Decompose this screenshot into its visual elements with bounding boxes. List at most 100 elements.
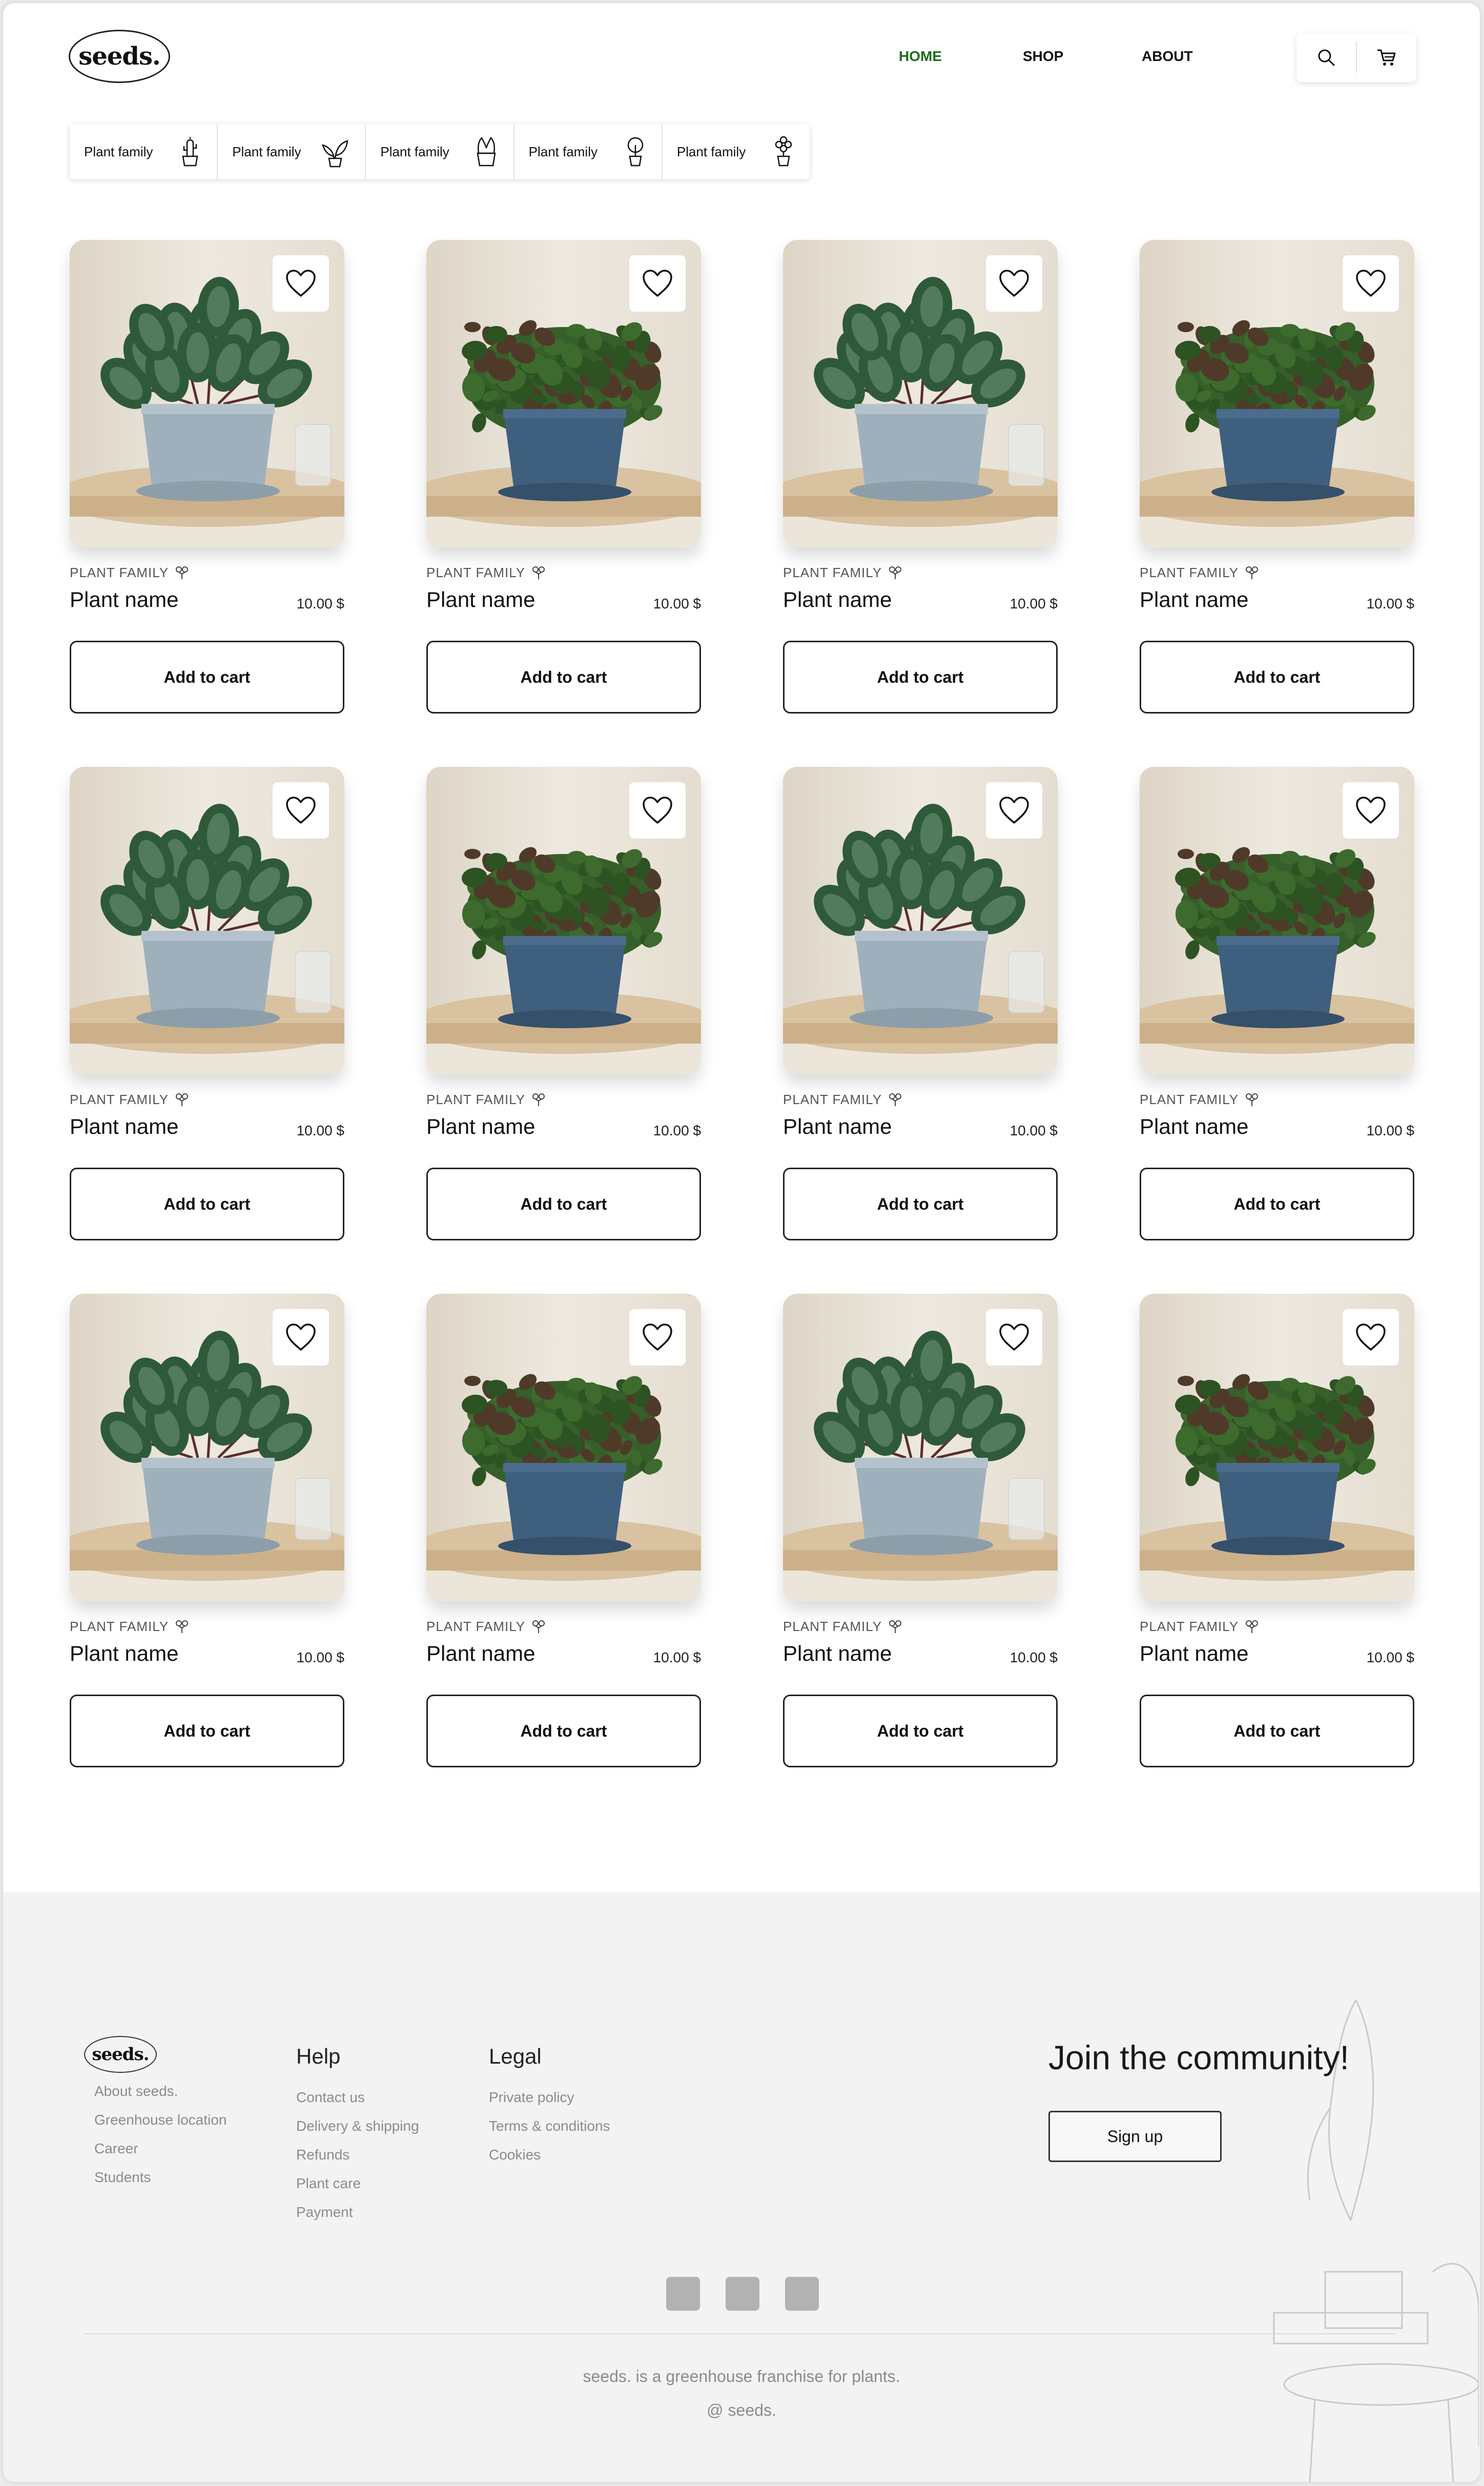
product-name[interactable]: Plant name: [426, 587, 535, 612]
product-family: PLANT FAMILY: [1140, 1092, 1259, 1108]
cart-button[interactable]: [1357, 33, 1416, 82]
footer-link-terms[interactable]: Terms & conditions: [489, 2112, 610, 2141]
product-image[interactable]: [426, 240, 701, 547]
logo[interactable]: seeds.: [69, 30, 170, 83]
favorite-button[interactable]: [629, 255, 686, 312]
product-price: 10.00 $: [1366, 596, 1414, 612]
footer-link-students[interactable]: Students: [94, 2163, 226, 2192]
filter-plant-family-5[interactable]: Plant family: [663, 124, 810, 179]
footer-link-cookies[interactable]: Cookies: [489, 2141, 610, 2169]
heart-icon: [643, 797, 672, 824]
product-name[interactable]: Plant name: [783, 1114, 892, 1139]
product-name[interactable]: Plant name: [426, 1641, 535, 1666]
search-button[interactable]: [1296, 33, 1356, 82]
product-price: 10.00 $: [296, 1649, 344, 1665]
nav-about[interactable]: ABOUT: [1142, 48, 1193, 65]
product-family: PLANT FAMILY: [426, 1619, 546, 1635]
product-family-label: PLANT FAMILY: [1140, 1619, 1239, 1634]
product-name[interactable]: Plant name: [70, 587, 178, 612]
product-name[interactable]: Plant name: [426, 1114, 535, 1139]
add-to-cart-button[interactable]: Add to cart: [70, 641, 344, 714]
favorite-button[interactable]: [629, 1309, 686, 1366]
product-image[interactable]: [70, 240, 344, 547]
product-image[interactable]: [70, 1294, 344, 1601]
add-to-cart-button[interactable]: Add to cart: [426, 1695, 701, 1767]
favorite-button[interactable]: [629, 782, 686, 839]
product-name[interactable]: Plant name: [783, 587, 892, 612]
product-family: PLANT FAMILY: [426, 1092, 546, 1108]
nav-home[interactable]: HOME: [899, 48, 942, 65]
nav-shop[interactable]: SHOP: [1023, 48, 1063, 65]
leafy-plant-icon: [322, 140, 348, 168]
favorite-button[interactable]: [1343, 1309, 1399, 1366]
favorite-button[interactable]: [273, 1309, 329, 1366]
product-image[interactable]: [426, 1294, 701, 1601]
social-icon[interactable]: [785, 2277, 819, 2311]
product-price: 10.00 $: [1366, 1123, 1414, 1138]
add-to-cart-button[interactable]: Add to cart: [783, 641, 1058, 714]
sign-up-button[interactable]: Sign up: [1048, 2111, 1222, 2162]
product-price: 10.00 $: [296, 596, 344, 612]
product-image[interactable]: [783, 240, 1058, 547]
product-image[interactable]: [1140, 240, 1414, 547]
footer-link-contact[interactable]: Contact us: [296, 2083, 419, 2112]
plant-family-filter-bar: Plant family Plant family Plant family P…: [70, 124, 810, 179]
favorite-button[interactable]: [986, 1309, 1042, 1366]
product-image[interactable]: [70, 767, 344, 1074]
footer-link-privacy[interactable]: Private policy: [489, 2083, 610, 2112]
product-name[interactable]: Plant name: [783, 1641, 892, 1666]
add-to-cart-button[interactable]: Add to cart: [783, 1695, 1058, 1767]
sprout-icon: [1246, 566, 1259, 579]
product-name[interactable]: Plant name: [1140, 1114, 1248, 1139]
add-to-cart-button[interactable]: Add to cart: [1140, 1695, 1414, 1767]
product-image[interactable]: [783, 767, 1058, 1074]
product-image[interactable]: [1140, 1294, 1414, 1601]
footer-link-plant-care[interactable]: Plant care: [296, 2169, 419, 2198]
product-name[interactable]: Plant name: [70, 1114, 178, 1139]
product-name[interactable]: Plant name: [70, 1641, 178, 1666]
add-to-cart-button[interactable]: Add to cart: [1140, 1168, 1414, 1240]
cactus-icon: [182, 137, 198, 167]
product-family: PLANT FAMILY: [783, 1619, 902, 1635]
footer-link-refunds[interactable]: Refunds: [296, 2141, 419, 2169]
social-icon[interactable]: [726, 2277, 759, 2311]
footer-link-about[interactable]: About seeds.: [94, 2077, 226, 2106]
favorite-button[interactable]: [273, 782, 329, 839]
add-to-cart-button[interactable]: Add to cart: [426, 641, 701, 714]
favorite-button[interactable]: [1343, 782, 1399, 839]
social-icon[interactable]: [666, 2277, 700, 2311]
add-to-cart-button[interactable]: Add to cart: [1140, 641, 1414, 714]
filter-plant-family-3[interactable]: Plant family: [366, 124, 514, 179]
footer-link-greenhouse-location[interactable]: Greenhouse location: [94, 2106, 226, 2134]
footer-link-payment[interactable]: Payment: [296, 2198, 419, 2227]
product-family: PLANT FAMILY: [70, 1092, 189, 1108]
product-name[interactable]: Plant name: [1140, 587, 1248, 612]
sprout-icon: [889, 566, 902, 579]
add-to-cart-button[interactable]: Add to cart: [783, 1168, 1058, 1240]
product-family-label: PLANT FAMILY: [70, 1092, 169, 1107]
footer-logo[interactable]: seeds.: [84, 2036, 157, 2073]
heart-icon: [643, 1323, 672, 1351]
footer-link-delivery[interactable]: Delivery & shipping: [296, 2112, 419, 2141]
product-family: PLANT FAMILY: [1140, 565, 1259, 581]
filter-plant-family-2[interactable]: Plant family: [218, 124, 366, 179]
product-name[interactable]: Plant name: [1140, 1641, 1248, 1666]
product-family-label: PLANT FAMILY: [70, 565, 169, 580]
footer-link-career[interactable]: Career: [94, 2134, 226, 2163]
heart-icon: [999, 270, 1029, 297]
filter-plant-family-4[interactable]: Plant family: [514, 124, 663, 179]
add-to-cart-button[interactable]: Add to cart: [70, 1695, 344, 1767]
favorite-button[interactable]: [1343, 255, 1399, 312]
add-to-cart-button[interactable]: Add to cart: [70, 1168, 344, 1240]
favorite-button[interactable]: [986, 782, 1042, 839]
product-image[interactable]: [426, 767, 701, 1074]
product-image[interactable]: [783, 1294, 1058, 1601]
heart-icon: [286, 1323, 316, 1351]
join-community-title: Join the community!: [1048, 2039, 1349, 2076]
favorite-button[interactable]: [986, 255, 1042, 312]
add-to-cart-button[interactable]: Add to cart: [426, 1168, 701, 1240]
product-image[interactable]: [1140, 767, 1414, 1074]
product-family: PLANT FAMILY: [426, 565, 546, 581]
favorite-button[interactable]: [273, 255, 329, 312]
filter-plant-family-1[interactable]: Plant family: [70, 124, 218, 179]
